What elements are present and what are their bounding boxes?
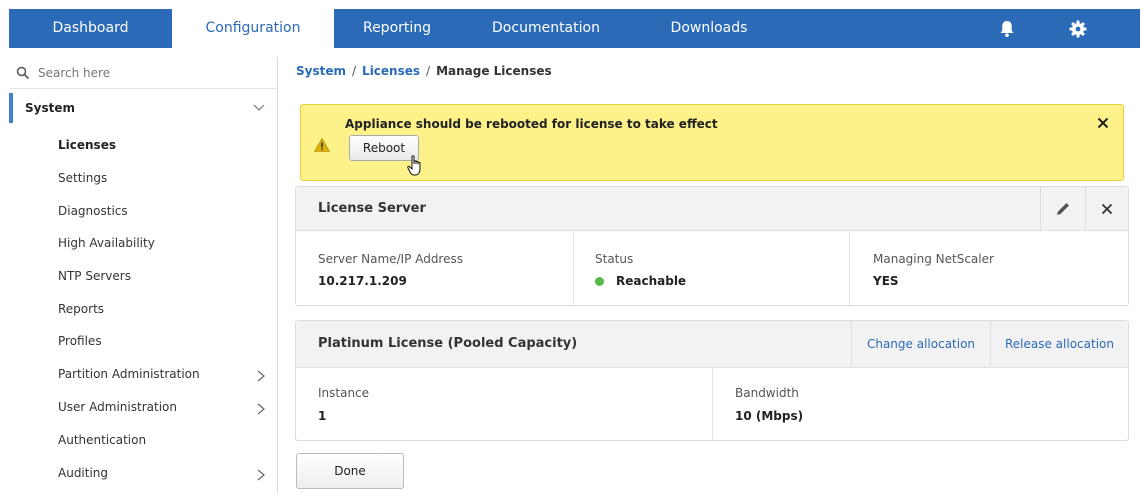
edit-button[interactable]: [1041, 187, 1085, 230]
sidebar-item-licenses[interactable]: Licenses: [58, 135, 268, 155]
license-server-title: License Server: [318, 201, 426, 216]
managing-netscaler-value: YES: [873, 274, 899, 288]
sidebar-item-user-administration[interactable]: User Administration: [58, 397, 268, 417]
license-server-header: License Server: [296, 187, 1128, 231]
search-icon: [16, 66, 30, 80]
bandwidth-value: 10 (Mbps): [735, 409, 804, 423]
bell-icon[interactable]: [992, 9, 1022, 48]
gear-icon[interactable]: [1063, 9, 1093, 48]
breadcrumb-system[interactable]: System: [296, 64, 346, 78]
managing-netscaler-label: Managing NetScaler: [873, 252, 994, 266]
status-value: Reachable: [595, 274, 686, 288]
sidebar-section-label: System: [25, 101, 75, 115]
hand-cursor-icon: [407, 155, 421, 176]
chevron-right-icon[interactable]: [256, 370, 266, 382]
nav-documentation[interactable]: Documentation: [460, 9, 632, 48]
sidebar-item-reports[interactable]: Reports: [58, 299, 268, 319]
sidebar-item-partition-administration[interactable]: Partition Administration: [58, 364, 268, 384]
platinum-license-title: Platinum License (Pooled Capacity): [318, 336, 578, 351]
warning-icon: [314, 138, 330, 152]
breadcrumb-separator: /: [426, 64, 431, 78]
chevron-right-icon[interactable]: [256, 469, 266, 481]
alert-message: Appliance should be rebooted for license…: [345, 117, 718, 131]
sidebar-item-ntp-servers[interactable]: NTP Servers: [58, 266, 268, 286]
sidebar-item-auditing[interactable]: Auditing: [58, 463, 268, 483]
breadcrumb-separator: /: [352, 64, 357, 78]
sidebar: System Licenses Settings Diagnostics Hig…: [9, 57, 278, 493]
nav-reporting[interactable]: Reporting: [334, 9, 460, 48]
search-box: [9, 57, 277, 89]
sidebar-item-settings[interactable]: Settings: [58, 168, 268, 188]
instance-label: Instance: [318, 386, 370, 400]
divider: [573, 232, 574, 305]
release-allocation-button[interactable]: Release allocation: [991, 321, 1128, 367]
status-text: Reachable: [616, 274, 687, 288]
chevron-right-icon[interactable]: [256, 403, 266, 415]
pencil-icon: [1057, 202, 1069, 215]
top-nav: Dashboard Configuration Reporting Docume…: [9, 9, 1140, 48]
reboot-alert: Appliance should be rebooted for license…: [300, 104, 1124, 181]
search-input[interactable]: [38, 63, 268, 83]
license-server-panel: License Server Server Name/IP Address 10…: [295, 186, 1129, 306]
remove-button[interactable]: [1086, 187, 1128, 230]
platinum-license-panel: Platinum License (Pooled Capacity) Chang…: [295, 320, 1129, 441]
done-button[interactable]: Done: [296, 453, 404, 489]
sidebar-item-diagnostics[interactable]: Diagnostics: [58, 201, 268, 221]
change-allocation-link[interactable]: Change allocation: [867, 337, 975, 351]
change-allocation-button[interactable]: Change allocation: [852, 321, 990, 367]
breadcrumb-current: Manage Licenses: [436, 64, 552, 78]
nav-downloads[interactable]: Downloads: [632, 9, 786, 48]
close-icon[interactable]: [1097, 117, 1109, 129]
platinum-license-header: Platinum License (Pooled Capacity) Chang…: [296, 321, 1128, 368]
sidebar-item-authentication[interactable]: Authentication: [58, 430, 268, 450]
bandwidth-label: Bandwidth: [735, 386, 799, 400]
server-name-label: Server Name/IP Address: [318, 252, 463, 266]
nav-configuration[interactable]: Configuration: [172, 9, 334, 48]
chevron-down-icon: [253, 104, 265, 111]
server-name-value: 10.217.1.209: [318, 274, 407, 288]
status-dot-icon: [595, 277, 604, 286]
divider: [849, 232, 850, 305]
close-icon: [1101, 203, 1113, 214]
status-label: Status: [595, 252, 634, 266]
release-allocation-link[interactable]: Release allocation: [1005, 337, 1114, 351]
nav-dashboard[interactable]: Dashboard: [9, 9, 172, 48]
instance-value: 1: [318, 409, 327, 423]
divider: [712, 369, 713, 440]
breadcrumb-licenses[interactable]: Licenses: [362, 64, 420, 78]
sidebar-section-system[interactable]: System: [9, 93, 277, 123]
breadcrumb: System / Licenses / Manage Licenses: [296, 64, 552, 78]
sidebar-item-profiles[interactable]: Profiles: [58, 331, 268, 351]
sidebar-item-high-availability[interactable]: High Availability: [58, 233, 268, 253]
